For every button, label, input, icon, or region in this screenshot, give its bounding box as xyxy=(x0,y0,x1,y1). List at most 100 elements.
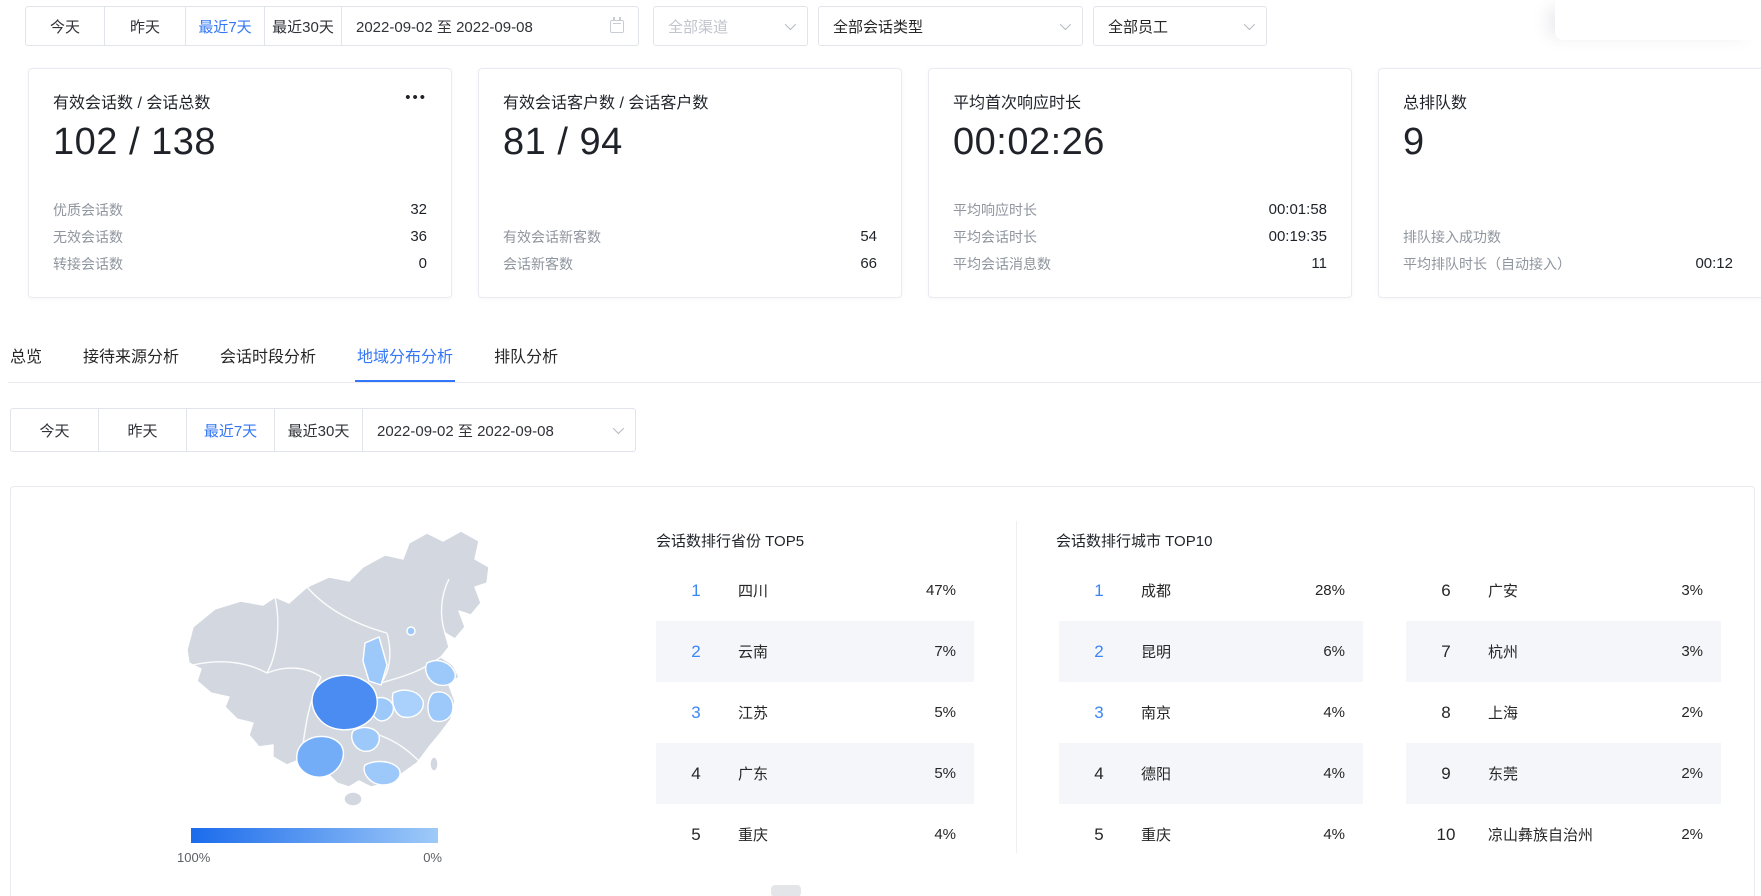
sub-value: 00:19:35 xyxy=(1269,228,1327,245)
province-rank-title: 会话数排行省份 TOP5 xyxy=(656,530,804,551)
legend-max-label: 100% xyxy=(177,850,210,865)
tab-reception-source[interactable]: 接待来源分析 xyxy=(81,343,181,382)
card-sub-row: 转接会话数 0 xyxy=(53,250,427,277)
section-divider xyxy=(1016,521,1017,853)
rank-name: 东莞 xyxy=(1488,763,1518,784)
range-yesterday-button[interactable]: 昨天 xyxy=(104,6,186,46)
city-rank-list-col1: 1 成都 28% 2 昆明 6% 3 南京 4% 4 德阳 4% 5 重庆 xyxy=(1059,560,1363,865)
channel-filter-dropdown[interactable]: 全部渠道 xyxy=(653,6,808,46)
province-rank-row: 2 云南 7% xyxy=(656,621,974,682)
date-range-value: 2022-09-02 至 2022-09-08 xyxy=(377,420,554,441)
card-sub-row: 平均排队时长（自动接入） 00:12 xyxy=(1403,250,1761,277)
range-last30days-button[interactable]: 最近30天 xyxy=(264,6,342,46)
province-rank-row: 1 四川 47% xyxy=(656,560,974,621)
sub-value: 11 xyxy=(1311,255,1327,272)
range-last7days-button[interactable]: 最近7天 xyxy=(186,408,275,452)
date-range-value: 2022-09-02 至 2022-09-08 xyxy=(356,16,533,37)
rank-number: 1 xyxy=(1083,581,1115,601)
rank-number: 5 xyxy=(680,825,712,845)
rank-name: 重庆 xyxy=(738,824,768,845)
city-rank-row: 10 凉山彝族自治州 2% xyxy=(1406,804,1721,865)
date-quick-filter-bar: 今天 昨天 最近7天 最近30天 2022-09-02 至 2022-09-08 xyxy=(25,6,639,46)
rank-name: 四川 xyxy=(738,580,768,601)
region-distribution-panel: 100% 0% 会话数排行省份 TOP5 1 四川 47% 2 云南 7% 3 … xyxy=(10,486,1755,896)
session-type-filter-dropdown[interactable]: 全部会话类型 xyxy=(818,6,1083,46)
tab-region-distribution[interactable]: 地域分布分析 xyxy=(355,343,455,382)
card-value: 00:02:26 xyxy=(953,121,1327,164)
rank-name: 云南 xyxy=(738,641,768,662)
rank-percent: 4% xyxy=(1323,765,1345,782)
analysis-tabs: 总览 接待来源分析 会话时段分析 地域分布分析 排队分析 xyxy=(8,338,1761,383)
rank-name: 杭州 xyxy=(1488,641,1518,662)
rank-percent: 6% xyxy=(1323,643,1345,660)
card-sub-row: 平均会话消息数 11 xyxy=(953,250,1327,277)
rank-number: 7 xyxy=(1430,642,1462,662)
date-range-picker[interactable]: 2022-09-02 至 2022-09-08 xyxy=(341,6,639,46)
rank-percent: 2% xyxy=(1681,704,1703,721)
city-rank-row: 7 杭州 3% xyxy=(1406,621,1721,682)
city-rank-row: 1 成都 28% xyxy=(1059,560,1363,621)
session-type-filter-value: 全部会话类型 xyxy=(833,16,923,37)
rank-percent: 4% xyxy=(1323,704,1345,721)
rank-number: 9 xyxy=(1430,764,1462,784)
range-last30days-button[interactable]: 最近30天 xyxy=(274,408,363,452)
rank-name: 德阳 xyxy=(1141,763,1171,784)
card-sub-rows: 优质会话数 32 无效会话数 36 转接会话数 0 xyxy=(53,196,427,277)
card-sub-row: 排队接入成功数 xyxy=(1403,223,1761,250)
sub-value: 00:01:58 xyxy=(1269,201,1327,218)
rank-number: 2 xyxy=(1083,642,1115,662)
sub-label: 平均排队时长（自动接入） xyxy=(1403,254,1571,274)
range-today-button[interactable]: 今天 xyxy=(25,6,105,46)
sub-value: 66 xyxy=(860,255,877,272)
rank-number: 2 xyxy=(680,642,712,662)
rank-name: 南京 xyxy=(1141,702,1171,723)
china-map-svg xyxy=(157,515,509,811)
staff-filter-dropdown[interactable]: 全部员工 xyxy=(1093,6,1267,46)
date-range-picker[interactable]: 2022-09-02 至 2022-09-08 xyxy=(362,408,636,452)
rank-number: 10 xyxy=(1430,825,1462,845)
card-sub-row: 优质会话数 32 xyxy=(53,196,427,223)
staff-filter-value: 全部员工 xyxy=(1108,16,1168,37)
sub-label: 排队接入成功数 xyxy=(1403,227,1501,247)
rank-name: 成都 xyxy=(1141,580,1171,601)
tab-session-period[interactable]: 会话时段分析 xyxy=(218,343,318,382)
more-menu-icon[interactable]: ••• xyxy=(405,93,427,103)
range-last7days-button[interactable]: 最近7天 xyxy=(185,6,265,46)
range-yesterday-button[interactable]: 昨天 xyxy=(98,408,187,452)
city-rank-row: 5 重庆 4% xyxy=(1059,804,1363,865)
sub-label: 转接会话数 xyxy=(53,254,123,274)
rank-name: 凉山彝族自治州 xyxy=(1488,824,1593,845)
rank-number: 3 xyxy=(1083,703,1115,723)
card-sub-rows: 有效会话新客数 54 会话新客数 66 xyxy=(503,223,877,277)
card-sub-row: 无效会话数 36 xyxy=(53,223,427,250)
tab-queue-analysis[interactable]: 排队分析 xyxy=(492,343,560,382)
sub-value: 0 xyxy=(419,255,427,272)
sub-label: 优质会话数 xyxy=(53,200,123,220)
city-rank-row: 8 上海 2% xyxy=(1406,682,1721,743)
rank-name: 昆明 xyxy=(1141,641,1171,662)
channel-filter-value: 全部渠道 xyxy=(668,16,728,37)
analytics-dashboard: 今天 昨天 最近7天 最近30天 2022-09-02 至 2022-09-08… xyxy=(0,0,1761,896)
city-rank-row: 9 东莞 2% xyxy=(1406,743,1721,804)
sub-label: 平均会话消息数 xyxy=(953,254,1051,274)
legend-gradient-bar xyxy=(191,828,438,843)
card-sub-row: 平均响应时长 00:01:58 xyxy=(953,196,1327,223)
tab-overview[interactable]: 总览 xyxy=(8,343,44,382)
rank-percent: 5% xyxy=(934,765,956,782)
rank-percent: 7% xyxy=(934,643,956,660)
stat-card-queue: 总排队数 9 排队接入成功数 平均排队时长（自动接入） 00:12 xyxy=(1378,68,1761,298)
rank-number: 6 xyxy=(1430,581,1462,601)
province-rank-row: 3 江苏 5% xyxy=(656,682,974,743)
range-today-button[interactable]: 今天 xyxy=(10,408,99,452)
sub-label: 平均会话时长 xyxy=(953,227,1037,247)
card-sub-row: 平均会话时长 00:19:35 xyxy=(953,223,1327,250)
city-rank-title: 会话数排行城市 TOP10 xyxy=(1056,530,1212,551)
rank-percent: 4% xyxy=(934,826,956,843)
china-map[interactable] xyxy=(157,515,509,811)
rank-percent: 4% xyxy=(1323,826,1345,843)
calendar-icon xyxy=(610,20,624,33)
chevron-down-icon xyxy=(1060,19,1071,30)
rank-percent: 2% xyxy=(1681,826,1703,843)
sub-label: 平均响应时长 xyxy=(953,200,1037,220)
sub-value: 54 xyxy=(860,228,877,245)
